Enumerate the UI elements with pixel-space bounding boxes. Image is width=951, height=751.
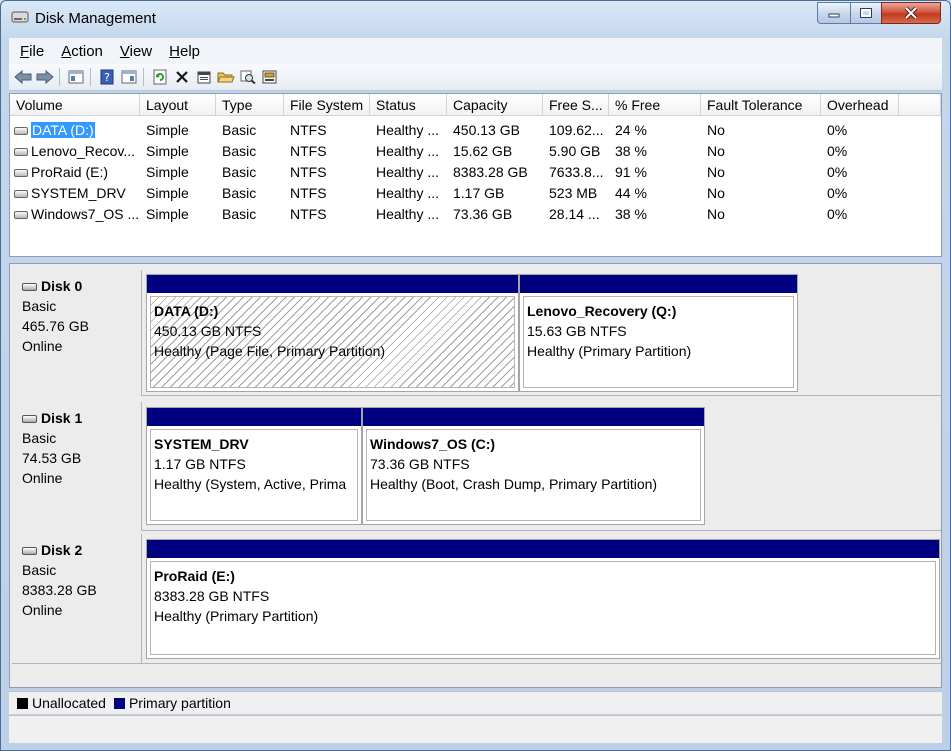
- primary-partition-bar: [520, 275, 797, 293]
- window-title: Disk Management: [35, 10, 156, 27]
- partition-lenovo-recovery-q[interactable]: Lenovo_Recovery (Q:) 15.63 GB NTFS Healt…: [519, 274, 798, 392]
- open-icon[interactable]: [216, 67, 236, 87]
- close-button[interactable]: [881, 2, 941, 24]
- help-icon[interactable]: ?: [97, 67, 117, 87]
- volume-icon: [14, 148, 28, 157]
- toolbar-separator: [143, 68, 144, 86]
- menu-view[interactable]: View: [109, 43, 158, 60]
- column-header-volume[interactable]: Volume: [10, 94, 140, 116]
- disk-management-icon: [11, 11, 29, 23]
- table-row[interactable]: Windows7_OS ... Simple Basic NTFS Health…: [10, 204, 941, 225]
- title-bar[interactable]: Disk Management: [1, 1, 950, 35]
- partition-body-selected: DATA (D:) 450.13 GB NTFS Healthy (Page F…: [150, 296, 515, 388]
- toolbar-separator: [59, 68, 60, 86]
- refresh-icon[interactable]: [150, 67, 170, 87]
- column-header-free-space[interactable]: Free S...: [543, 94, 609, 116]
- column-header-type[interactable]: Type: [216, 94, 284, 116]
- volume-icon: [14, 127, 28, 136]
- unallocated-swatch: [17, 697, 28, 709]
- column-header-layout[interactable]: Layout: [140, 94, 216, 116]
- primary-partition-bar: [363, 408, 704, 426]
- disk-properties-icon[interactable]: [260, 67, 280, 87]
- partition-body: Windows7_OS (C:) 73.36 GB NTFS Healthy (…: [366, 429, 701, 521]
- legend-bar: Unallocated Primary partition: [9, 691, 942, 714]
- back-icon[interactable]: [13, 67, 33, 87]
- partition-body: SYSTEM_DRV 1.17 GB NTFS Healthy (System,…: [150, 429, 358, 521]
- svg-text:?: ?: [104, 71, 110, 84]
- column-header-percent-free[interactable]: % Free: [609, 94, 701, 116]
- partition-body: ProRaid (E:) 8383.28 GB NTFS Healthy (Pr…: [150, 561, 936, 655]
- explore-icon[interactable]: [238, 67, 258, 87]
- close-icon: [904, 6, 918, 20]
- volume-icon: [14, 190, 28, 199]
- column-header-filler: [899, 94, 941, 116]
- menu-bar: File Action View Help: [9, 38, 942, 64]
- volume-icon: [14, 169, 28, 178]
- maximize-button[interactable]: [850, 2, 881, 24]
- disk-icon: [22, 283, 37, 292]
- forward-icon[interactable]: [35, 67, 55, 87]
- table-row[interactable]: DATA (D:) Simple Basic NTFS Healthy ... …: [10, 120, 941, 141]
- primary-partition-bar: [147, 408, 361, 426]
- disk-icon: [22, 547, 37, 556]
- menu-file[interactable]: File: [9, 43, 50, 60]
- partition-proraid-e[interactable]: ProRaid (E:) 8383.28 GB NTFS Healthy (Pr…: [146, 539, 940, 659]
- properties-icon[interactable]: [194, 67, 214, 87]
- partition-data-d[interactable]: DATA (D:) 450.13 GB NTFS Healthy (Page F…: [146, 274, 519, 392]
- partition-windows7-os-c[interactable]: Windows7_OS (C:) 73.36 GB NTFS Healthy (…: [362, 407, 705, 525]
- table-row[interactable]: Lenovo_Recov... Simple Basic NTFS Health…: [10, 141, 941, 162]
- primary-partition-bar: [147, 275, 518, 293]
- partition-system-drv[interactable]: SYSTEM_DRV 1.17 GB NTFS Healthy (System,…: [146, 407, 362, 525]
- menu-help[interactable]: Help: [158, 43, 206, 60]
- legend-primary-partition: Primary partition: [128, 695, 231, 711]
- column-header-fault-tolerance[interactable]: Fault Tolerance: [701, 94, 821, 116]
- disk-0-label[interactable]: Disk 0 Basic 465.76 GB Online: [12, 270, 142, 396]
- maximize-icon: [860, 8, 872, 18]
- status-bar: [9, 715, 942, 743]
- show-hide-action-pane-icon[interactable]: [119, 67, 139, 87]
- toolbar: ?: [9, 64, 942, 91]
- primary-partition-bar: [147, 540, 939, 558]
- column-header-file-system[interactable]: File System: [284, 94, 370, 116]
- primary-partition-swatch: [113, 697, 125, 709]
- disk-icon: [22, 415, 37, 424]
- table-row[interactable]: ProRaid (E:) Simple Basic NTFS Healthy .…: [10, 162, 941, 183]
- disk-1-label[interactable]: Disk 1 Basic 74.53 GB Online: [12, 402, 142, 531]
- minimize-icon: [828, 13, 840, 18]
- partition-body: Lenovo_Recovery (Q:) 15.63 GB NTFS Healt…: [523, 296, 794, 388]
- menu-action[interactable]: Action: [50, 43, 109, 60]
- column-header-overhead[interactable]: Overhead: [821, 94, 899, 116]
- table-row[interactable]: SYSTEM_DRV Simple Basic NTFS Healthy ...…: [10, 183, 941, 204]
- volume-list[interactable]: Volume Layout Type File System Status Ca…: [9, 93, 942, 257]
- show-hide-console-tree-icon[interactable]: [66, 67, 86, 87]
- volume-icon: [14, 211, 28, 220]
- column-header-capacity[interactable]: Capacity: [447, 94, 543, 116]
- toolbar-separator: [90, 68, 91, 86]
- legend-unallocated: Unallocated: [32, 695, 106, 711]
- disk-2-label[interactable]: Disk 2 Basic 8383.28 GB Online: [12, 534, 142, 663]
- minimize-button[interactable]: [817, 2, 850, 24]
- disk-management-window: Disk Management File Action View Help ?: [0, 0, 951, 751]
- column-header-status[interactable]: Status: [370, 94, 447, 116]
- disk-graphical-view[interactable]: Disk 0 Basic 465.76 GB Online DATA (D:) …: [9, 263, 942, 688]
- delete-icon[interactable]: [172, 67, 192, 87]
